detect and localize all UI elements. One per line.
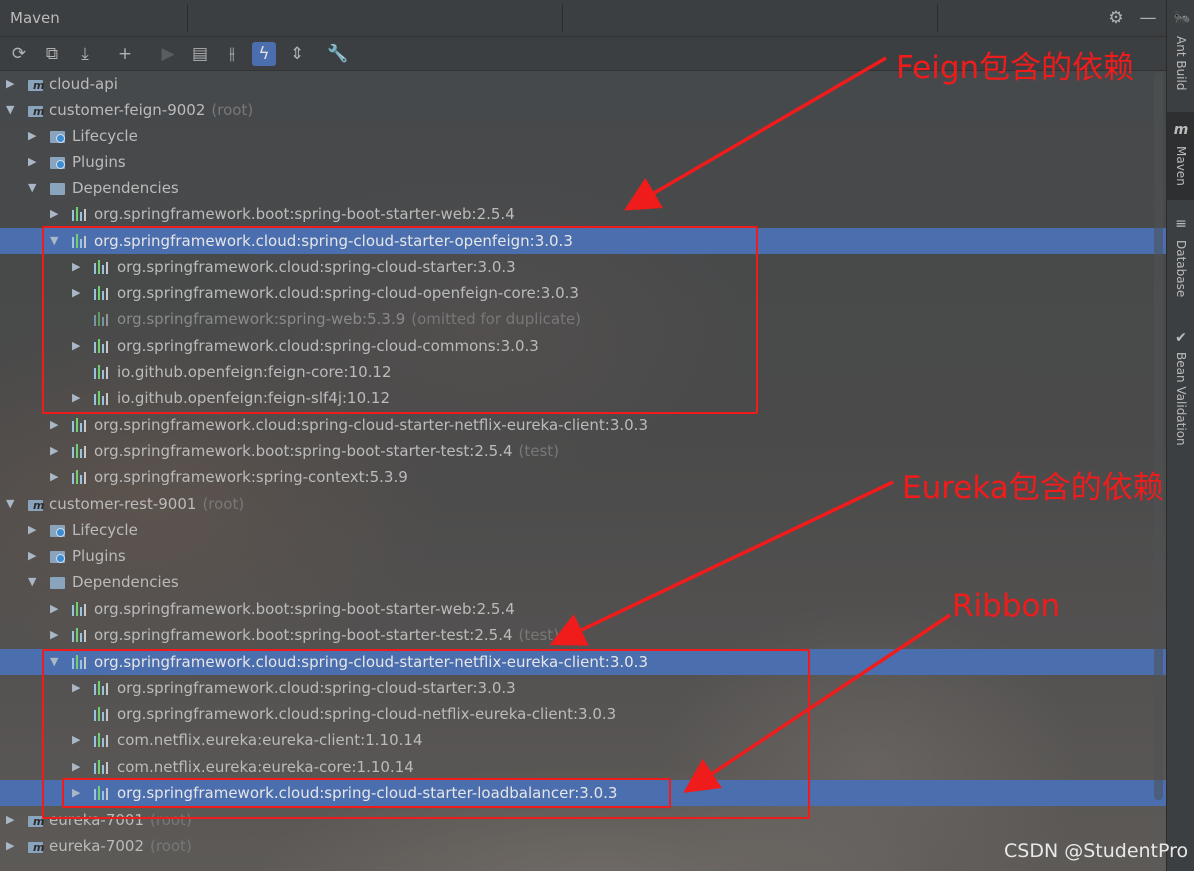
feign-annotation: Feign包含的依赖 — [896, 50, 1135, 86]
feign-arrow — [623, 56, 887, 211]
ribbon-annotation: Ribbon — [952, 588, 1061, 624]
ribbon-arrow — [683, 613, 951, 793]
right-tool-strip: 🐜 Ant Build m Maven ≡ Database ✔ Bean Va… — [1166, 0, 1194, 871]
eureka-arrow — [549, 480, 894, 646]
annotation-arrows — [549, 56, 951, 793]
ant-icon: 🐜 — [1173, 10, 1191, 26]
database-icon: ≡ — [1175, 216, 1187, 232]
side-tab-label: Ant Build — [1174, 36, 1188, 91]
side-tab-ant-build[interactable]: 🐜 Ant Build — [1167, 10, 1194, 100]
side-tab-label: Maven — [1174, 146, 1188, 186]
watermark: CSDN @StudentPro — [1004, 840, 1189, 862]
side-tab-label: Bean Validation — [1174, 352, 1188, 446]
maven-icon: m — [1173, 122, 1189, 138]
side-tab-label: Database — [1174, 240, 1188, 298]
eureka-annotation: Eureka包含的依赖 — [902, 470, 1164, 506]
side-tab-database[interactable]: ≡ Database — [1167, 216, 1194, 302]
side-tab-maven[interactable]: m Maven — [1167, 112, 1194, 200]
side-tab-bean-validation[interactable]: ✔ Bean Validation — [1167, 330, 1194, 455]
bean-validation-icon: ✔ — [1175, 330, 1187, 346]
